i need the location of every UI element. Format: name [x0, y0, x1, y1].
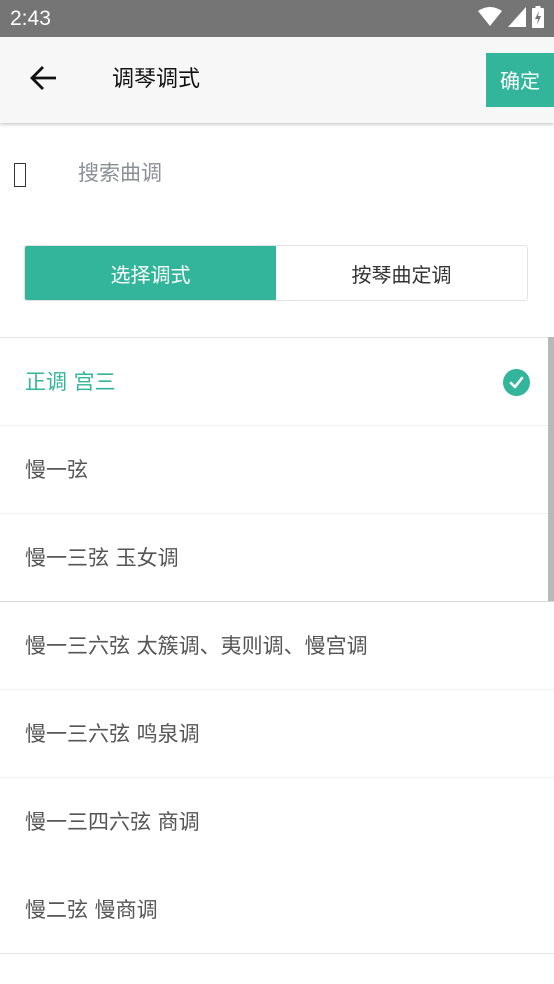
list-item-label: 慢二弦 慢商调: [25, 898, 158, 922]
scrollbar[interactable]: [548, 337, 554, 601]
list-item-label: 慢一三弦 玉女调: [25, 546, 179, 570]
list-item[interactable]: 正调 宫三: [0, 338, 554, 426]
list-item-label: 慢一三六弦 太簇调、夷则调、慢宫调: [25, 634, 368, 658]
page-title: 调琴调式: [112, 67, 201, 92]
status-bar: 2:43: [0, 0, 554, 37]
list-item-label: 慢一弦: [25, 458, 88, 482]
list-item[interactable]: 慢一三六弦 鸣泉调: [0, 690, 554, 778]
cell-signal-icon: [508, 7, 526, 31]
confirm-button[interactable]: 确定: [486, 53, 554, 107]
search-bar: [0, 123, 554, 223]
screen: 2:43 调琴调式 确定 搜索曲调 选择调式 按琴曲定调 正调 宫三 慢一弦 慢…: [0, 0, 554, 984]
list-item[interactable]: 慢一三六弦 太簇调、夷则调、慢宫调: [0, 602, 554, 690]
list-item[interactable]: 慢一弦: [0, 426, 554, 514]
arrow-left-icon: [30, 66, 57, 94]
search-input[interactable]: [78, 153, 518, 193]
list-item-label: 正调 宫三: [25, 370, 116, 394]
search-icon: [14, 163, 26, 187]
tab-select-mode[interactable]: 选择调式: [25, 246, 276, 300]
check-circle-icon: [503, 369, 530, 396]
list-item[interactable]: 慢一三弦 玉女调: [0, 514, 554, 602]
status-time: 2:43: [10, 7, 51, 30]
list-item-label: 慢一三四六弦 商调: [25, 810, 200, 834]
mode-segmented-control: 选择调式 按琴曲定调: [24, 245, 528, 301]
list-item[interactable]: 慢二弦 慢商调: [0, 866, 554, 954]
back-button[interactable]: [20, 57, 66, 103]
wifi-icon: [478, 7, 502, 31]
list-item[interactable]: 慢一三四六弦 商调: [0, 778, 554, 866]
tab-tune-by-piece[interactable]: 按琴曲定调: [276, 246, 527, 300]
status-icons: [478, 6, 544, 32]
list-item-label: 慢一三六弦 鸣泉调: [25, 722, 200, 746]
tuning-list: 正调 宫三 慢一弦 慢一三弦 玉女调 慢一三六弦 太簇调、夷则调、慢宫调 慢一三…: [0, 337, 554, 954]
battery-icon: [532, 6, 544, 32]
app-bar: 调琴调式 确定: [0, 37, 554, 123]
